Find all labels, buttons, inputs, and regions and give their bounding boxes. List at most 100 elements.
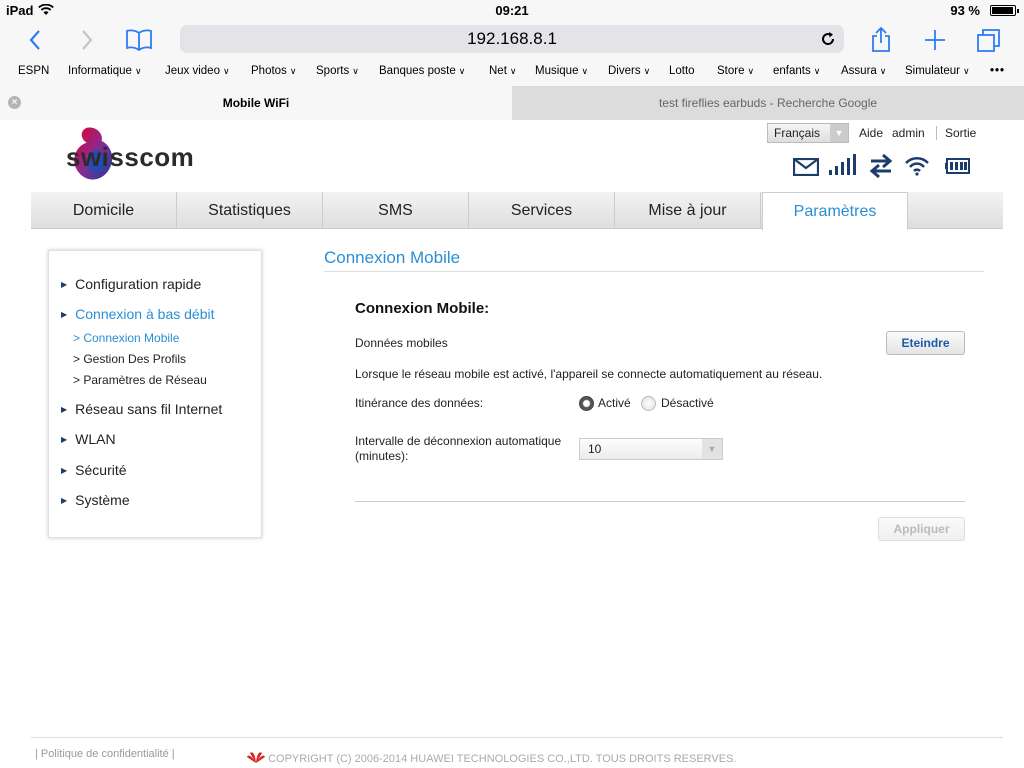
sidebar-subitem-parametres-reseau[interactable]: > Paramètres de Réseau [73,373,207,387]
privacy-link[interactable]: | Politique de confidentialité | [35,748,175,760]
apply-button[interactable]: Appliquer [878,517,965,541]
divider [936,126,937,140]
logout-link[interactable]: Sortie [945,126,976,140]
interval-label: Intervalle de déconnexion automatique [355,434,562,448]
wifi-icon [905,156,929,176]
triangle-right-icon: ▶ [61,435,68,444]
back-arrow-icon[interactable] [20,26,50,54]
triangle-right-icon: ▶ [61,466,68,475]
chevron-down-icon: ∨ [581,66,589,76]
triangle-right-icon: ▶ [61,405,68,414]
roaming-off-label[interactable]: Désactivé [661,396,714,410]
browser-toolbar: 192.168.8.1 [0,20,1024,60]
huawei-logo-icon [247,752,265,763]
sidebar-item-config-rapide[interactable]: ▶ Configuration rapide [61,276,201,292]
chevron-down-icon: ∨ [289,66,297,76]
nav-parametres[interactable]: Paramètres [762,192,908,230]
divider [324,271,984,272]
chevron-down-icon: ▼ [702,439,722,459]
chevron-down-icon: ∨ [747,66,755,76]
bookmark-espn[interactable]: ESPN [18,65,49,77]
section-title: Connexion Mobile: [355,300,490,317]
url-text: 192.168.8.1 [467,29,557,48]
nav-domicile[interactable]: Domicile [31,192,177,229]
chevron-down-icon: ∨ [352,66,359,76]
bookmark-simulateur[interactable]: Simulateur ∨ [905,65,970,77]
bookmark-informatique[interactable]: Informatique ∨ [68,65,142,77]
clock: 09:21 [495,3,529,18]
tab-google-search[interactable]: test fireflies earbuds - Recherche Googl… [512,86,1024,120]
copyright: COPYRIGHT (C) 2006-2014 HUAWEI TECHNOLOG… [247,751,737,765]
close-tab-icon[interactable]: × [8,96,21,109]
bookmark-sports[interactable]: Sports ∨ [316,65,359,77]
footer-divider [31,737,1003,738]
chevron-down-icon: ∨ [813,66,821,76]
reload-icon[interactable] [820,25,836,56]
bookmark-store[interactable]: Store ∨ [717,65,754,77]
chevron-down-icon: ∨ [134,66,142,76]
bookmark-musique[interactable]: Musique ∨ [535,65,588,77]
forward-arrow-icon[interactable] [72,26,102,54]
more-icon[interactable]: ••• [990,65,1005,77]
bookmark-net[interactable]: Net ∨ [489,65,517,77]
chevron-down-icon: ▼ [830,124,848,142]
main-nav: Domicile Statistiques SMS Services Mise … [31,192,1003,230]
sidebar-item-securite[interactable]: ▶ Sécurité [61,462,127,478]
bookmark-lotto[interactable]: Lotto [669,65,695,77]
chevron-down-icon: ∨ [222,66,230,76]
chevron-down-icon: ∨ [962,66,970,76]
triangle-right-icon: ▶ [61,310,68,319]
sidebar-item-bas-debit[interactable]: ▶ Connexion à bas débit [61,306,214,322]
share-icon[interactable] [866,26,896,54]
sidebar-subitem-connexion-mobile[interactable]: > Connexion Mobile [73,331,179,345]
brand-name: swisscom [66,142,195,172]
sidebar-item-reseau-sans-fil[interactable]: ▶ Réseau sans fil Internet [61,401,222,417]
triangle-right-icon: ▶ [61,280,68,289]
battery-percent: 93 % [950,3,980,18]
chevron-down-icon: ∨ [643,66,651,76]
tab-mobile-wifi[interactable]: × Mobile WiFi [0,86,512,120]
signal-strength-icon [829,154,856,175]
nav-services[interactable]: Services [469,192,615,229]
sidebar-item-systeme[interactable]: ▶ Système [61,492,130,508]
chevron-down-icon: ∨ [879,66,887,76]
address-bar[interactable]: 192.168.8.1 [180,25,844,53]
battery-level-icon [945,158,970,174]
new-tab-plus-icon[interactable] [920,26,950,54]
roaming-on-label[interactable]: Activé [598,396,631,410]
page-title: Connexion Mobile [324,248,461,267]
nav-sms[interactable]: SMS [323,192,469,229]
chevron-down-icon: ∨ [458,66,466,76]
sms-envelope-icon[interactable] [793,158,819,176]
mobile-data-label: Données mobiles [355,336,448,350]
ios-status-bar: iPad 09:21 93 % [0,0,1024,20]
bookmark-assura[interactable]: Assura ∨ [841,65,886,77]
roaming-off-radio[interactable] [641,396,656,411]
settings-sidebar: ▶ Configuration rapide ▶ Connexion à bas d… [48,250,262,538]
triangle-right-icon: ▶ [61,496,68,505]
interval-select[interactable]: 10 ▼ [579,438,723,460]
bookmarks-bar: ESPN Informatique ∨ Jeux video ∨ Photos ∨ S… [0,60,1024,86]
user-link[interactable]: admin [892,126,925,140]
bookmark-divers[interactable]: Divers ∨ [608,65,650,77]
bookmark-photos[interactable]: Photos ∨ [251,65,296,77]
nav-mise-a-jour[interactable]: Mise à jour [615,192,761,229]
battery-icon [990,5,1019,16]
bookmark-jeux-video[interactable]: Jeux video ∨ [165,65,230,77]
sidebar-item-wlan[interactable]: ▶ WLAN [61,431,116,447]
help-link[interactable]: Aide [859,126,883,140]
bookmarks-book-icon[interactable] [122,26,156,54]
chevron-down-icon: ∨ [509,66,517,76]
nav-statistiques[interactable]: Statistiques [177,192,323,229]
bookmark-banques-poste[interactable]: Banques poste ∨ [379,65,465,77]
roaming-on-radio[interactable] [579,396,594,411]
info-text: Lorsque le réseau mobile est activé, l'a… [355,367,823,381]
bookmark-enfants[interactable]: enfants ∨ [773,65,820,77]
divider [355,501,965,502]
browser-tabs: × Mobile WiFi test fireflies earbuds - R… [0,86,1024,120]
data-transfer-icon [869,153,893,179]
turn-off-button[interactable]: Eteindre [886,331,965,355]
language-select[interactable]: Français ▼ [767,123,849,143]
sidebar-subitem-gestion-profils[interactable]: > Gestion Des Profils [73,352,186,366]
tabs-overview-icon[interactable] [974,26,1004,54]
